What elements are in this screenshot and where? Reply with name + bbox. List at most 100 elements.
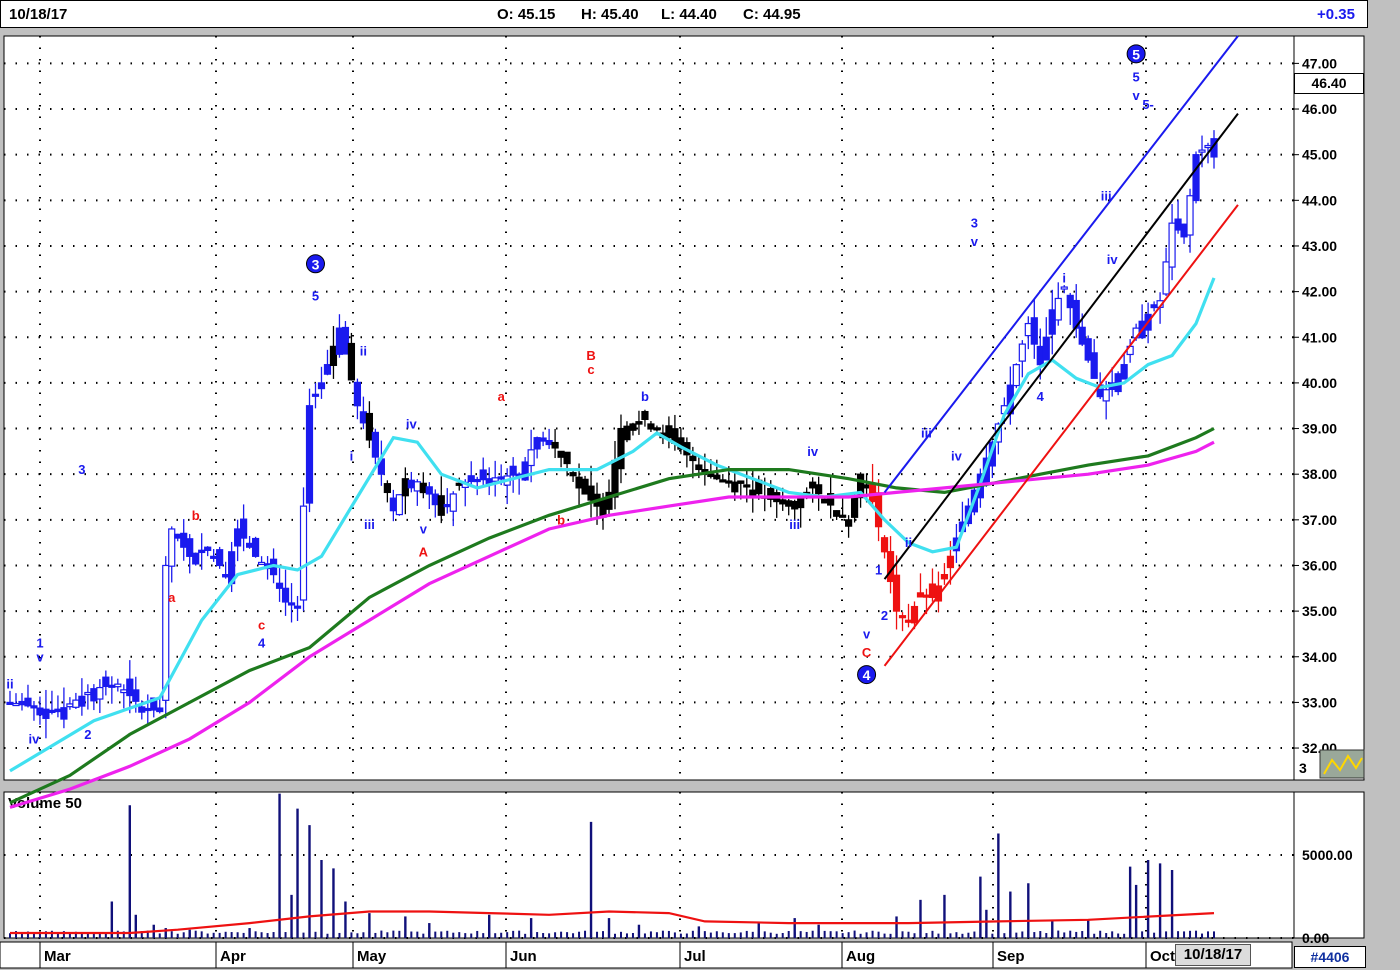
candle-body <box>1018 343 1026 362</box>
candle-body <box>599 498 607 518</box>
candle-body <box>1204 144 1212 149</box>
candle-body <box>401 478 409 497</box>
price-tick-label: 38.00 <box>1302 466 1337 482</box>
price-panel <box>3 35 1295 781</box>
candle-body <box>940 574 949 580</box>
candle-body <box>647 423 655 430</box>
candle-body <box>114 683 122 688</box>
candle-body <box>234 528 242 547</box>
candle-body <box>1048 309 1056 335</box>
candle-body <box>749 489 757 497</box>
candle-body <box>1186 195 1194 236</box>
candle-body <box>24 697 32 707</box>
date-cursor-tag: 10/18/17 <box>1175 944 1251 966</box>
candle-body <box>78 695 86 707</box>
wave-label: iii <box>921 426 932 441</box>
candle-body <box>84 691 92 696</box>
candle-body <box>275 582 284 589</box>
candle-body <box>168 528 176 567</box>
wave-label: b <box>641 389 649 404</box>
candle-body <box>916 592 925 598</box>
candle-body <box>413 481 421 492</box>
candle-body <box>180 532 188 548</box>
candle-body <box>845 519 853 527</box>
candle-body <box>335 327 344 355</box>
candle-body <box>90 688 98 702</box>
candle-body <box>587 485 595 501</box>
candle-body <box>509 465 517 476</box>
candle-body <box>1174 218 1182 231</box>
candle-body <box>815 484 823 495</box>
wave-label: ii <box>6 677 13 692</box>
wave-label: iv <box>29 731 41 746</box>
price-tick-label: 45.00 <box>1302 147 1337 163</box>
price-tick-label: 42.00 <box>1302 284 1337 300</box>
candle-body <box>886 551 895 583</box>
wave-label: iii <box>1101 188 1112 203</box>
candle-body <box>12 702 20 707</box>
wave-label: 4 <box>1037 389 1045 404</box>
wave-label: v <box>420 522 428 537</box>
candle-body <box>1150 304 1158 309</box>
candle-body <box>257 561 266 566</box>
wave-label: v <box>971 234 979 249</box>
candle-body <box>1102 389 1110 402</box>
price-tick-label: 36.00 <box>1302 557 1337 573</box>
candle-body <box>617 427 625 470</box>
month-label: Aug <box>846 948 875 965</box>
wave-label: ii <box>1079 330 1086 345</box>
candle-body <box>407 479 415 489</box>
volume-tick-label: 0.00 <box>1302 930 1329 946</box>
volume-axis-panel <box>1293 791 1365 939</box>
candle-body <box>731 481 739 493</box>
candle-body <box>467 475 475 483</box>
candle-body <box>317 382 326 390</box>
wave-label: 2 <box>881 608 888 623</box>
candle-body <box>946 555 955 569</box>
candle-body <box>1180 223 1188 238</box>
wave-label: c <box>587 362 594 377</box>
wave-label: a <box>168 590 176 605</box>
symbol-tag[interactable]: #4406 <box>1294 946 1366 968</box>
wave-label: a <box>498 389 506 404</box>
candle-body <box>527 449 535 467</box>
candle-body <box>425 486 433 495</box>
wave-label: iii <box>789 517 800 532</box>
candle-body <box>311 393 320 397</box>
wave-label: 5 <box>312 289 319 304</box>
candle-body <box>365 412 374 441</box>
month-label: May <box>357 948 387 965</box>
candle-body <box>210 555 218 559</box>
candle-body <box>551 441 559 449</box>
candle-body <box>293 605 302 609</box>
candle-body <box>108 684 116 688</box>
candle-body <box>575 476 583 489</box>
chart-toggle-icon[interactable] <box>1319 749 1365 779</box>
price-tick-label: 43.00 <box>1302 238 1337 254</box>
candle-body <box>563 451 571 465</box>
candle-body <box>204 546 212 551</box>
wave-label: c <box>258 617 265 632</box>
candle-body <box>443 504 451 508</box>
candle-body <box>323 364 332 375</box>
candle-body <box>581 478 589 495</box>
candle-body <box>695 464 703 471</box>
candle-body <box>251 537 260 557</box>
candle-body <box>449 493 457 512</box>
candle-body <box>1168 222 1176 268</box>
candle-body <box>785 500 793 507</box>
candle-body <box>132 689 140 702</box>
candle-body <box>904 619 913 623</box>
candle-body <box>156 707 164 713</box>
last-price-tag: 46.40 <box>1294 73 1364 94</box>
chart-canvas[interactable]: 47.0046.0045.0044.0043.0042.0041.0040.00… <box>0 0 1400 970</box>
candle-body <box>198 549 206 554</box>
volume-panel <box>3 791 1295 939</box>
price-tick-label-partial: 3 <box>1299 760 1307 776</box>
wave-label: 5- <box>1142 97 1154 112</box>
candle-body <box>533 437 541 450</box>
candle-body <box>66 703 74 708</box>
candle-body <box>126 678 134 697</box>
candle-body <box>779 499 787 505</box>
candle-body <box>329 345 338 366</box>
